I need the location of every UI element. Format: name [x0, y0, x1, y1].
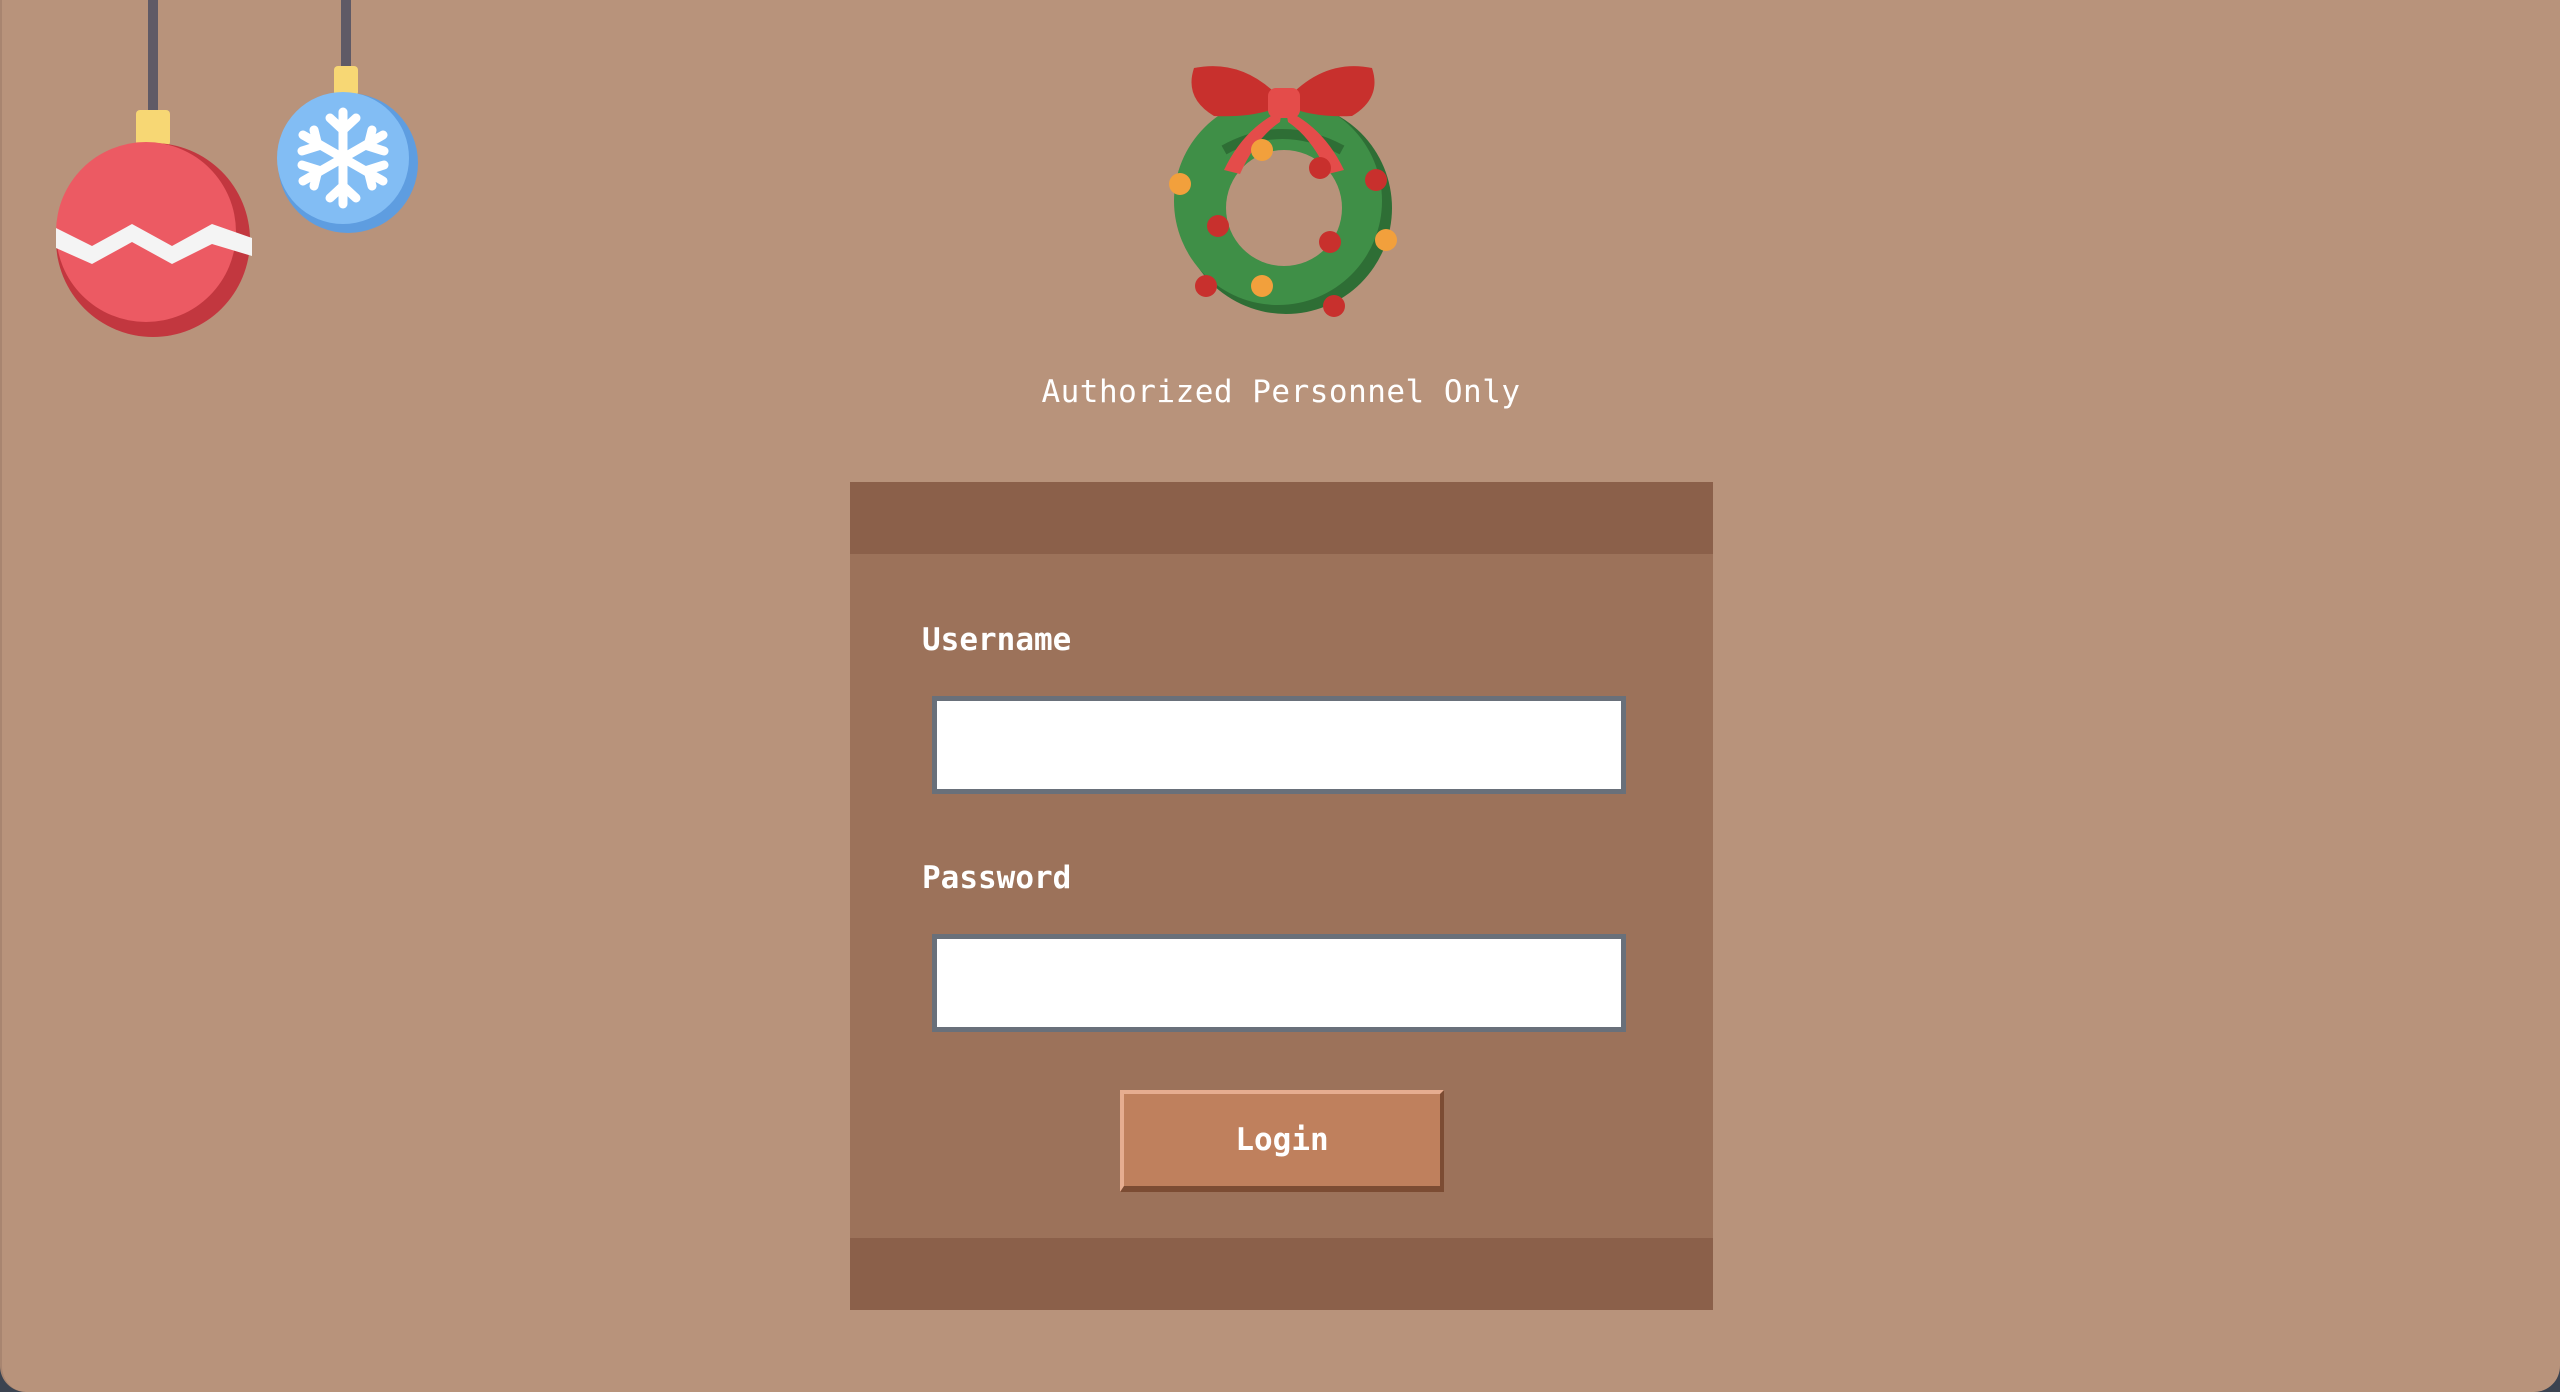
password-label: Password	[922, 860, 1072, 896]
login-screen: Authorized Personnel Only Username Passw…	[0, 0, 2560, 1392]
login-form: Username Password Login	[850, 482, 1713, 1310]
username-input[interactable]	[932, 696, 1626, 794]
card-footer-band	[850, 1238, 1713, 1310]
login-button[interactable]: Login	[1120, 1090, 1444, 1192]
card-header-band	[850, 482, 1713, 554]
username-label: Username	[922, 622, 1072, 658]
wreath-icon	[1169, 66, 1397, 317]
page-subtitle: Authorized Personnel Only	[1041, 374, 1521, 410]
password-input[interactable]	[932, 934, 1626, 1032]
red-ornament-icon	[56, 0, 252, 337]
snowflake-ornament-icon	[277, 0, 418, 233]
